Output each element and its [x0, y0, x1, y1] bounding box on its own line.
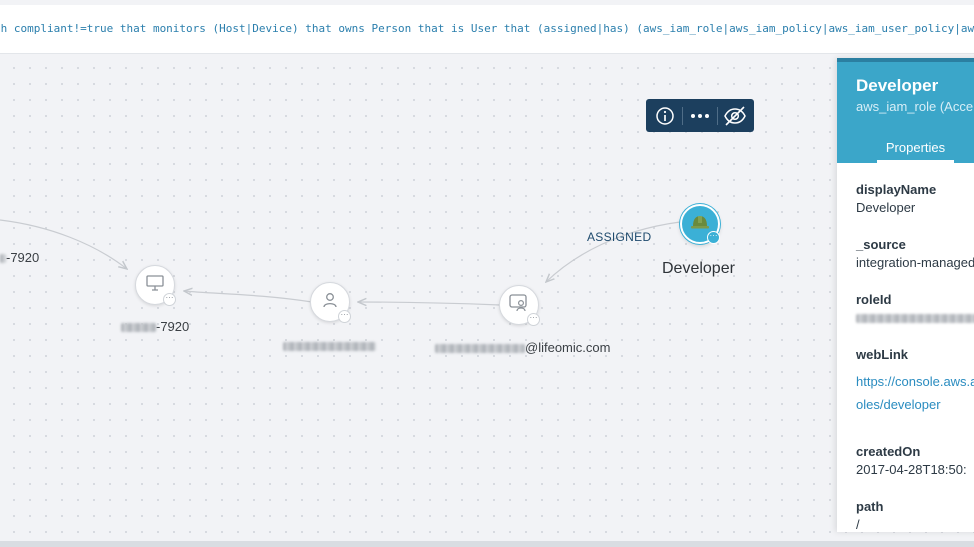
node-more-icon[interactable]: ··· [707, 231, 720, 244]
toolbar-divider [682, 106, 684, 125]
person-icon [322, 292, 338, 313]
property-key: path [856, 499, 884, 514]
entity-panel: Developer aws_iam_role (Acce Properties … [837, 58, 974, 532]
property-createdon: createdOn 2017-04-28T18:50: [856, 444, 967, 477]
edge-person-to-device [184, 291, 313, 303]
query-bar[interactable]: ch compliant!=true that monitors (Host|D… [0, 5, 974, 54]
property-displayname: displayName Developer [856, 182, 936, 215]
person-node-label [283, 338, 376, 353]
bottom-bar [0, 541, 974, 547]
info-icon [656, 106, 675, 125]
user-node-label: @lifeomic.com [435, 340, 610, 355]
user-node[interactable]: ··· [499, 285, 540, 326]
person-node[interactable]: ··· [310, 282, 351, 323]
role-node[interactable]: ··· [680, 204, 720, 244]
eye-slash-icon [723, 105, 746, 126]
more-button[interactable] [686, 102, 714, 130]
property-path: path / [856, 499, 883, 532]
user-badge-icon [509, 293, 529, 317]
property-key: webLink [856, 347, 909, 362]
property-value: 2017-04-28T18:50: [856, 462, 967, 477]
edge-user-to-person [358, 302, 501, 305]
more-icon [690, 113, 709, 118]
edge-label-assigned: ASSIGNED [587, 230, 652, 244]
query-text[interactable]: ch compliant!=true that monitors (Host|D… [0, 22, 974, 35]
toolbar-divider [716, 106, 718, 125]
weblink-line1[interactable]: https://console.aws.a [856, 370, 974, 393]
weblink-url[interactable]: https://console.aws.a oles/developer [856, 370, 974, 416]
host-node-label: -7920 [0, 250, 39, 265]
property-key: roleId [856, 292, 892, 307]
property-key: _source [856, 237, 906, 252]
node-toolbar [646, 99, 754, 132]
property-value: Developer [856, 200, 916, 215]
property-value: integration-managed [856, 255, 974, 270]
device-node-label: -7920 [121, 319, 189, 334]
property-key: displayName [856, 182, 937, 197]
property-value: / [856, 517, 860, 532]
property-roleid: roleId [856, 292, 974, 325]
node-more-icon[interactable]: ··· [163, 293, 176, 306]
graph-canvas[interactable]: -7920 ··· -7920 ··· ··· @lifeomic.com AS… [0, 54, 974, 541]
device-node[interactable]: ··· [135, 265, 176, 306]
role-node-label: Developer [662, 260, 735, 277]
property-value-redacted [856, 310, 974, 325]
property-source: _source integration-managed [856, 237, 974, 270]
tab-underline [877, 160, 954, 163]
hard-hat-icon [690, 214, 710, 235]
panel-header: Developer aws_iam_role (Acce Properties [837, 58, 974, 163]
tab-properties[interactable]: Properties [877, 140, 954, 155]
panel-title: Developer [856, 76, 939, 95]
property-key: createdOn [856, 444, 921, 459]
node-more-icon[interactable]: ··· [527, 313, 540, 326]
weblink-line2[interactable]: oles/developer [856, 393, 974, 416]
hide-button[interactable] [721, 102, 749, 130]
info-button[interactable] [651, 102, 679, 130]
node-more-icon[interactable]: ··· [338, 310, 351, 323]
monitor-icon [146, 274, 164, 296]
panel-subtitle: aws_iam_role (Acce [856, 99, 974, 114]
property-weblink: webLink https://console.aws.a oles/devel… [856, 347, 974, 416]
